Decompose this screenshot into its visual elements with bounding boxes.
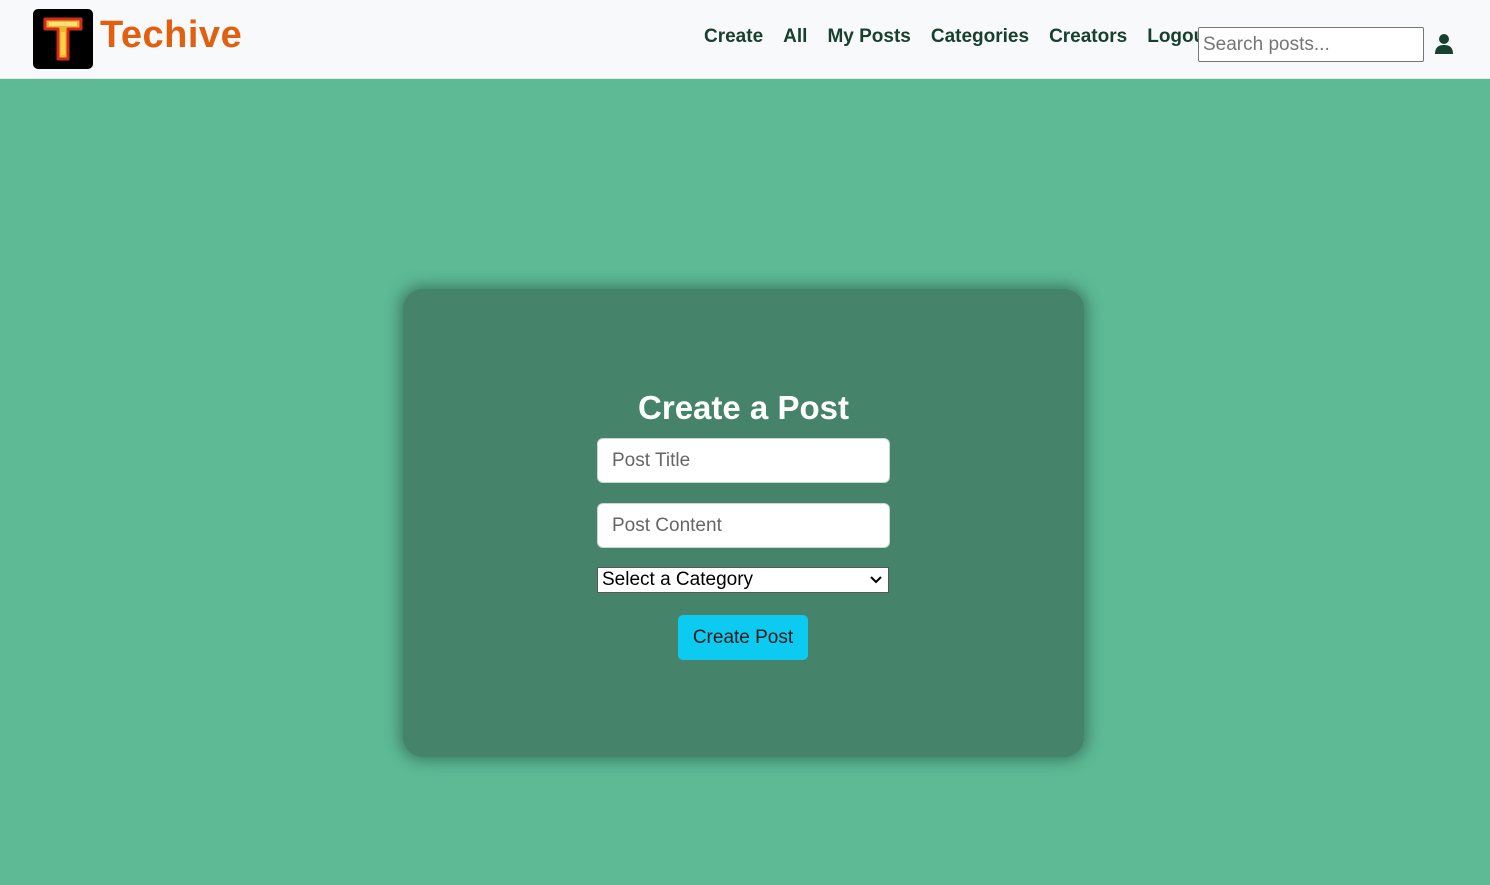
post-title-input[interactable] [597,438,890,483]
nav-creators[interactable]: Creators [1049,26,1127,48]
logo-t-icon [43,17,83,61]
nav-my-posts[interactable]: My Posts [827,26,910,48]
create-post-button[interactable]: Create Post [678,615,808,660]
brand-name[interactable]: Techive [100,14,242,57]
nav-links: Create All My Posts Categories Creators … [704,26,1212,48]
logo[interactable] [33,9,93,69]
post-content-input[interactable] [597,503,890,548]
create-post-card: Create a Post Select a Category Create P… [403,289,1084,757]
user-icon[interactable] [1434,33,1454,55]
nav-all[interactable]: All [783,26,807,48]
search-input[interactable] [1198,27,1424,62]
category-select-value: Select a Category [602,569,754,590]
nav-create[interactable]: Create [704,26,763,48]
chevron-down-icon [870,576,882,584]
top-navbar: Techive Create All My Posts Categories C… [0,0,1490,79]
page-title: Create a Post [638,389,849,426]
category-select[interactable]: Select a Category [597,567,889,593]
nav-categories[interactable]: Categories [931,26,1029,48]
